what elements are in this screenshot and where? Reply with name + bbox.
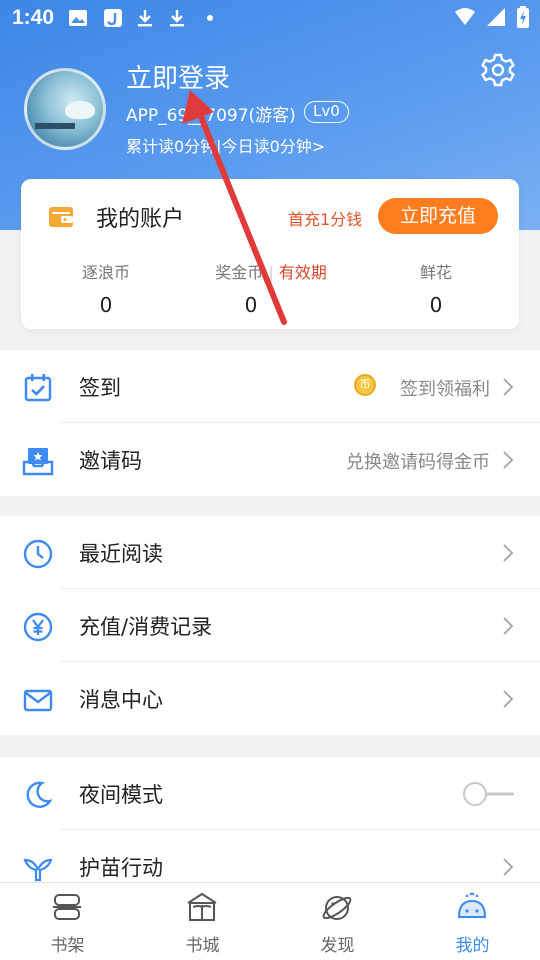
stat-flowers[interactable]: 鲜花 0 bbox=[391, 259, 481, 317]
night-mode-toggle[interactable] bbox=[462, 781, 516, 807]
menu-invite-code[interactable]: 邀请码 兑换邀请码得金币 bbox=[0, 423, 540, 496]
mail-icon bbox=[23, 689, 53, 712]
menu-message-center[interactable]: 消息中心 bbox=[0, 662, 540, 735]
stat-bonus-coin[interactable]: 奖金币 | 有效期 0 bbox=[201, 259, 341, 317]
stat-label: 奖金币 bbox=[215, 263, 264, 282]
chevron-right-icon bbox=[503, 544, 514, 562]
first-charge-promo[interactable]: 首充1分钱 bbox=[288, 206, 362, 230]
calendar-check-icon bbox=[24, 374, 52, 402]
whale-tail-icon bbox=[23, 858, 53, 882]
menu-checkin[interactable]: 签到 币 签到领福利 bbox=[0, 350, 540, 423]
settings-gear-icon[interactable] bbox=[480, 52, 516, 88]
chevron-right-icon bbox=[503, 617, 514, 635]
account-title: 我的账户 bbox=[96, 207, 185, 232]
nav-label: 书架 bbox=[50, 936, 85, 956]
status-bar: 1:40 bbox=[0, 0, 540, 36]
stat-value: 0 bbox=[244, 293, 258, 317]
menu-group-1: 签到 币 签到领福利 邀请码 兑换邀请码得金币 bbox=[0, 350, 540, 496]
chevron-right-icon bbox=[503, 690, 514, 708]
clock-icon bbox=[23, 539, 53, 569]
download-icon bbox=[170, 10, 184, 27]
whale-illustration bbox=[65, 101, 95, 119]
signal-icon bbox=[487, 8, 505, 26]
avatar[interactable] bbox=[24, 68, 106, 150]
validity-link[interactable]: 有效期 bbox=[279, 263, 327, 282]
pier-illustration bbox=[35, 123, 75, 129]
notification-dot-icon bbox=[207, 15, 213, 21]
nav-mine[interactable]: 我的 bbox=[405, 883, 540, 960]
recharge-button[interactable]: 立即充值 bbox=[378, 198, 498, 234]
menu-hint: 兑换邀请码得金币 bbox=[346, 452, 490, 473]
nav-bookshelf[interactable]: 书架 bbox=[0, 883, 135, 960]
download-icon bbox=[138, 10, 152, 27]
inbox-star-icon bbox=[22, 448, 54, 476]
chevron-right-icon bbox=[503, 378, 514, 396]
battery-icon bbox=[517, 6, 529, 28]
planet-icon bbox=[322, 896, 352, 920]
stat-value: 0 bbox=[429, 293, 443, 317]
menu-recharge-records[interactable]: 充值/消费记录 bbox=[0, 589, 540, 662]
status-time: 1:40 bbox=[12, 6, 55, 29]
account-card: 我的账户 首充1分钱 立即充值 逐浪币 0 奖金币 | 有效期 0 鲜花 0 bbox=[21, 179, 519, 329]
coin-icon: 币 bbox=[354, 374, 376, 396]
bookstore-icon bbox=[187, 892, 217, 921]
moon-icon bbox=[26, 781, 53, 808]
j-app-icon bbox=[104, 9, 122, 27]
nav-label: 我的 bbox=[455, 936, 490, 956]
menu-label: 邀请码 bbox=[79, 449, 142, 473]
nav-label: 发现 bbox=[320, 936, 355, 956]
bookshelf-icon bbox=[53, 894, 81, 920]
nav-bookstore[interactable]: 书城 bbox=[135, 883, 270, 960]
mascot-icon bbox=[457, 892, 487, 918]
chevron-right-icon bbox=[503, 858, 514, 876]
nav-label: 书城 bbox=[185, 936, 220, 956]
level-badge: Lv0 bbox=[304, 101, 349, 123]
menu-hint: 签到领福利 bbox=[400, 379, 490, 400]
chevron-right-icon bbox=[503, 451, 514, 469]
stat-zhulang-coin[interactable]: 逐浪币 0 bbox=[61, 259, 151, 317]
reading-stats-link[interactable]: 累计读0分钟|今日读0分钟> bbox=[126, 133, 325, 157]
user-id: APP_69__7097(游客) bbox=[126, 106, 296, 126]
menu-recent-reading[interactable]: 最近阅读 bbox=[0, 516, 540, 589]
menu-label: 最近阅读 bbox=[79, 542, 163, 566]
menu-group-2: 最近阅读 充值/消费记录 消息中心 bbox=[0, 516, 540, 735]
menu-label: 签到 bbox=[79, 376, 121, 400]
menu-child-protection[interactable]: 护苗行动 bbox=[0, 830, 540, 882]
stat-value: 0 bbox=[99, 293, 113, 317]
image-icon bbox=[69, 10, 87, 26]
menu-label: 充值/消费记录 bbox=[79, 615, 213, 639]
menu-label: 消息中心 bbox=[79, 688, 163, 712]
nav-discover[interactable]: 发现 bbox=[270, 883, 405, 960]
menu-night-mode[interactable]: 夜间模式 bbox=[0, 757, 540, 830]
bottom-nav: 书架 书城 发现 我的 bbox=[0, 882, 540, 960]
menu-label: 护苗行动 bbox=[79, 856, 163, 880]
menu-label: 夜间模式 bbox=[79, 783, 163, 807]
yen-circle-icon bbox=[23, 612, 53, 642]
login-button[interactable]: 立即登录 bbox=[126, 58, 230, 95]
wallet-icon bbox=[49, 207, 73, 227]
wifi-icon bbox=[455, 8, 475, 25]
stat-label: 鲜花 bbox=[419, 263, 452, 282]
menu-group-3: 夜间模式 护苗行动 bbox=[0, 757, 540, 882]
stat-label: 逐浪币 bbox=[81, 263, 130, 282]
